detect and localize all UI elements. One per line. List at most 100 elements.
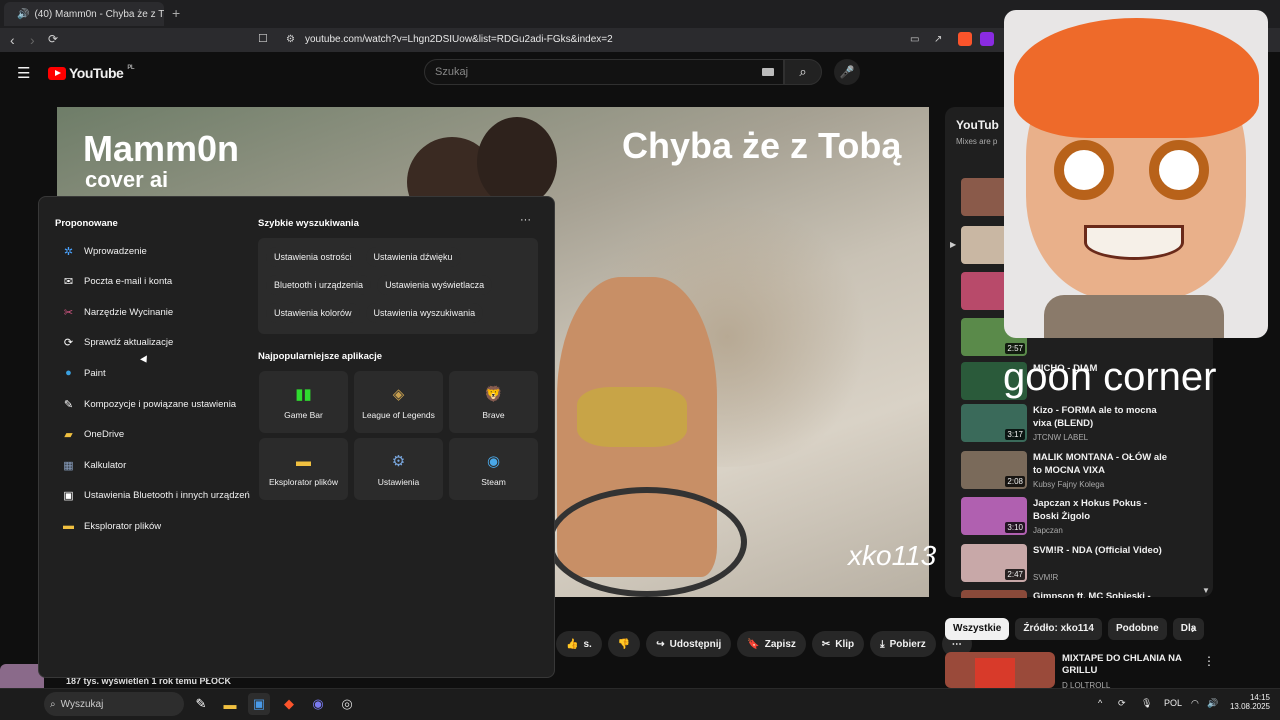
mix-list-item[interactable]: 2:47 SVM!R - NDA (Official Video) SVM!R bbox=[961, 544, 1211, 584]
search-button[interactable]: ⌕ bbox=[784, 59, 822, 85]
quick-search-pill[interactable]: Bluetooth i urządzenia bbox=[266, 275, 372, 295]
suggested-item[interactable]: ✉ Poczta e-mail i konta bbox=[61, 271, 251, 293]
quick-search-pill[interactable]: Ustawienia kolorów bbox=[266, 303, 360, 323]
site-info-icon[interactable]: ⚙ bbox=[286, 34, 295, 45]
action-icon: 🔖 bbox=[747, 638, 760, 650]
mix-list-item[interactable]: 3:17 Kizo - FORMA ale to mocna vixa (BLEN… bbox=[961, 404, 1211, 444]
suggested-item-label: Kompozycje i powiązane ustawienia bbox=[84, 398, 237, 410]
mic-icon[interactable]: 🎙 bbox=[1141, 698, 1152, 709]
suggested-item[interactable]: ✲ Wprowadzenie bbox=[61, 240, 251, 262]
clock[interactable]: 14:15 13.08.2025 bbox=[1228, 693, 1270, 711]
brave-shield-icon[interactable] bbox=[958, 32, 972, 46]
more-options-icon[interactable]: ··· bbox=[520, 214, 531, 226]
stream-avatar-overlay bbox=[1004, 10, 1268, 338]
app-icon: ◈ bbox=[392, 386, 405, 403]
forward-icon[interactable]: › bbox=[30, 32, 35, 48]
wifi-icon[interactable]: ◠ bbox=[1191, 698, 1199, 709]
language-indicator[interactable]: POL bbox=[1164, 698, 1182, 708]
file-explorer-icon[interactable]: ▬ bbox=[219, 693, 241, 715]
chevron-right-icon[interactable]: › bbox=[1191, 620, 1196, 636]
mix-list-item[interactable]: 3:10 Japczan x Hokus Pokus - Boski Żigolo… bbox=[961, 497, 1211, 537]
suggested-item-label: Sprawdź aktualizacje bbox=[84, 337, 174, 349]
app-tile[interactable]: 🦁 Brave bbox=[449, 371, 538, 433]
suggested-item-label: Paint bbox=[84, 367, 106, 379]
new-tab-button[interactable]: + bbox=[172, 5, 180, 21]
suggested-item[interactable]: ● Paint bbox=[61, 362, 251, 384]
brave-icon[interactable]: ◆ bbox=[278, 693, 300, 715]
quick-search-pill[interactable]: Ustawienia ostrości bbox=[266, 247, 360, 267]
app-icon[interactable]: ▣ bbox=[248, 693, 270, 715]
brave-rewards-icon[interactable] bbox=[980, 32, 994, 46]
quick-search-pill[interactable]: Ustawienia dźwięku bbox=[365, 247, 461, 267]
suggested-item-icon: ✎ bbox=[63, 398, 74, 411]
suggested-item[interactable]: ▬ Eksplorator plików bbox=[61, 515, 251, 537]
app-label: Eksplorator plików bbox=[269, 477, 338, 487]
discord-icon[interactable]: ◉ bbox=[307, 693, 329, 715]
duration-badge: 2:47 bbox=[1005, 569, 1025, 580]
mix-list-item[interactable]: 2:08 MALIK MONTANA - OŁÓW ale to MOCNA VI… bbox=[961, 451, 1211, 491]
app-icon: ⚙ bbox=[391, 453, 406, 470]
mix-item-title: Kizo - FORMA ale to mocna vixa (BLEND) bbox=[1033, 405, 1157, 429]
chevron-down-icon[interactable]: ▼ bbox=[1202, 586, 1210, 595]
filter-chip[interactable]: Dla bbox=[1172, 618, 1205, 640]
action-button[interactable]: 👎 bbox=[607, 631, 641, 657]
suggested-item[interactable]: ▰ OneDrive bbox=[61, 424, 251, 446]
app-tile[interactable]: ◈ League of Legends bbox=[354, 371, 443, 433]
cast-icon[interactable]: ▭ bbox=[910, 34, 919, 45]
video-frame-detail bbox=[577, 387, 687, 447]
video-overlay-title-right: Chyba że z Tobą bbox=[622, 125, 902, 166]
action-button[interactable]: ↪ Udostępnij bbox=[646, 631, 732, 657]
app-tile[interactable]: ◉ Steam bbox=[449, 438, 538, 500]
quick-search-pill[interactable]: Ustawienia wyszukiwania bbox=[365, 303, 484, 323]
menu-icon[interactable]: ☰ bbox=[17, 64, 30, 82]
duration-badge: 3:17 bbox=[1005, 429, 1025, 440]
suggested-item-icon: ⟳ bbox=[63, 337, 74, 350]
search-input[interactable]: Szukaj bbox=[424, 59, 784, 85]
more-options-icon[interactable]: ⋮ bbox=[1203, 654, 1215, 668]
quick-search-row: Ustawienia kolorów Ustawienia wyszukiwani… bbox=[266, 303, 484, 323]
duration-badge: 2:57 bbox=[1005, 343, 1025, 354]
pen-app-icon[interactable]: ✎ bbox=[190, 693, 212, 715]
action-button[interactable]: 👍 s. bbox=[556, 631, 602, 657]
sync-icon[interactable]: ⟳ bbox=[1118, 698, 1126, 709]
reload-icon[interactable]: ⟳ bbox=[48, 32, 58, 46]
app-label: League of Legends bbox=[362, 410, 435, 420]
tray-chevron-icon[interactable]: ^ bbox=[1098, 698, 1102, 708]
suggested-item[interactable]: ⟳ Sprawdź aktualizacje bbox=[61, 332, 251, 354]
filter-chip[interactable]: Źródło: xko114 bbox=[1015, 618, 1102, 640]
filter-chip[interactable]: Podobne bbox=[1107, 618, 1167, 640]
suggested-item-icon: ▬ bbox=[63, 520, 74, 533]
related-title[interactable]: MIXTAPE DO CHLANIA NA GRILLU bbox=[1062, 653, 1202, 677]
quick-search-pill[interactable]: Ustawienia wyświetlacza bbox=[377, 275, 493, 295]
related-thumbnail[interactable] bbox=[945, 652, 1055, 688]
suggested-item-label: Wprowadzenie bbox=[84, 245, 147, 257]
action-button[interactable]: ⤓ Pobierz bbox=[870, 631, 936, 657]
mix-item-author: JTCNW LABEL bbox=[1033, 433, 1089, 442]
filter-chip[interactable]: Wszystkie bbox=[945, 618, 1010, 640]
steam-icon[interactable]: ◎ bbox=[336, 693, 358, 715]
quick-search-row: Ustawienia ostrości Ustawienia dźwięku bbox=[266, 247, 461, 267]
keyboard-icon[interactable] bbox=[762, 68, 774, 76]
browser-tab[interactable]: 🔊 (40) Mamm0n - Chyba że z T... bbox=[4, 2, 164, 26]
suggested-item[interactable]: ▦ Kalkulator bbox=[61, 454, 251, 476]
app-tile[interactable]: ▬ Eksplorator plików bbox=[259, 438, 348, 500]
speaker-icon[interactable]: 🔊 bbox=[17, 9, 29, 20]
app-tile[interactable]: ▮▮ Game Bar bbox=[259, 371, 348, 433]
suggested-item[interactable]: ▣ Ustawienia Bluetooth i innych urządzeń bbox=[61, 485, 251, 507]
url-text[interactable]: youtube.com/watch?v=Lhgn2DSIUow&list=RDG… bbox=[305, 34, 613, 45]
action-button[interactable]: ✂ Klip bbox=[811, 631, 865, 657]
back-icon[interactable]: ‹ bbox=[10, 32, 15, 48]
app-tile[interactable]: ⚙ Ustawienia bbox=[354, 438, 443, 500]
bookmark-icon[interactable]: ☐ bbox=[258, 32, 268, 45]
volume-icon[interactable]: 🔊 bbox=[1207, 698, 1218, 709]
mix-list-item[interactable]: Gimpson ft. MC Sobieski - bbox=[961, 590, 1211, 598]
mix-item-author: Kubsy Fajny Kolega bbox=[1033, 480, 1105, 489]
suggested-item[interactable]: ✎ Kompozycje i powiązane ustawienia bbox=[61, 393, 251, 415]
taskbar-search[interactable]: ⌕ Wyszukaj bbox=[44, 692, 184, 716]
app-label: Game Bar bbox=[284, 410, 323, 420]
suggested-item[interactable]: ✂ Narzędzie Wycinanie bbox=[61, 301, 251, 323]
youtube-logo[interactable]: YouTube PL bbox=[48, 65, 134, 81]
share-icon[interactable]: ↗ bbox=[934, 34, 942, 45]
action-button[interactable]: 🔖 Zapisz bbox=[737, 631, 806, 657]
voice-search-button[interactable]: 🎤 bbox=[834, 59, 860, 85]
